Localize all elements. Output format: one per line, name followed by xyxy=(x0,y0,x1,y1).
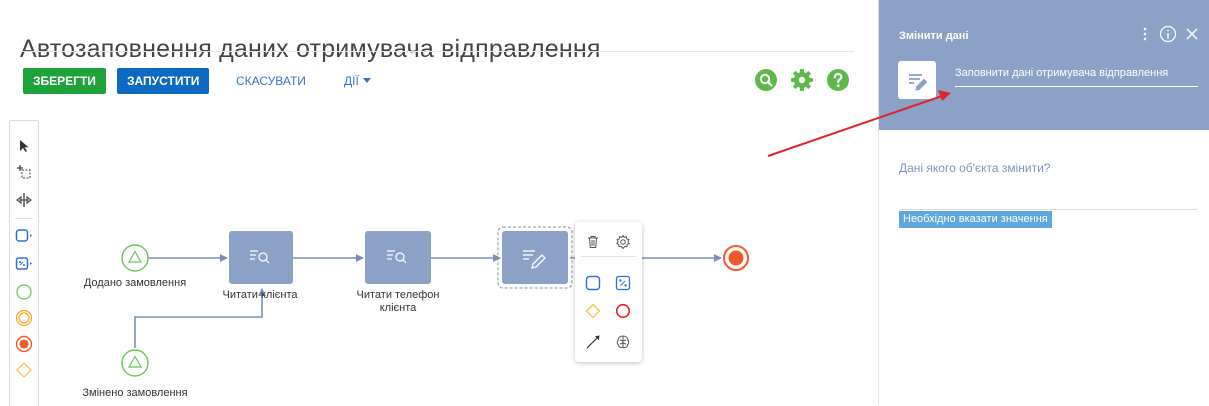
annotation-arrow xyxy=(767,90,951,157)
